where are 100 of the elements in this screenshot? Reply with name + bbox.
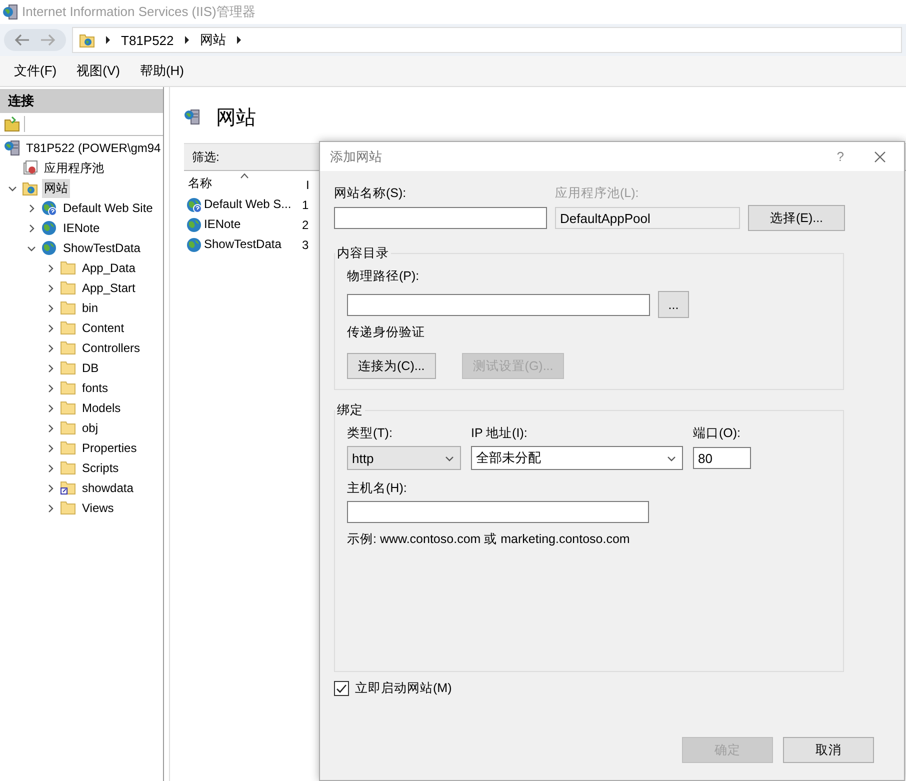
globe-icon <box>186 237 202 253</box>
dialog-title: 添加网站 <box>330 148 383 166</box>
port-field[interactable]: 80 <box>693 447 751 469</box>
field-label: 物理路径(P): <box>347 268 420 285</box>
tree-item[interactable]: App_Start <box>80 280 138 296</box>
menu-item[interactable]: 帮助(H) <box>132 60 192 82</box>
tree-item[interactable]: 应用程序池 <box>42 158 106 178</box>
breadcrumb[interactable]: T81P522 <box>121 32 174 48</box>
checkbox[interactable] <box>334 681 349 696</box>
dialog-button[interactable]: 取消 <box>783 737 874 763</box>
host-name-field[interactable] <box>347 501 649 523</box>
tree-item[interactable]: ShowTestData <box>61 240 142 256</box>
field-label: 主机名(H): <box>347 480 408 497</box>
sort-caret-icon <box>240 173 249 179</box>
filter-label: 筛选: <box>192 148 220 166</box>
column-header[interactable]: 名称 <box>184 175 302 195</box>
collapsed-caret-icon <box>46 504 54 512</box>
tree-item[interactable]: DB <box>80 360 101 376</box>
chevron-icon <box>236 36 242 44</box>
table-cell[interactable]: Default Web S... <box>204 197 292 213</box>
dialog-button[interactable]: 连接为(C)... <box>347 353 436 379</box>
server-icon <box>184 109 200 125</box>
tree-item[interactable]: obj <box>80 420 100 436</box>
collapsed-caret-icon <box>26 224 36 232</box>
tree-item[interactable]: bin <box>80 300 100 316</box>
collapsed-caret-icon <box>46 304 54 312</box>
folder-icon <box>60 281 76 295</box>
collapsed-caret-icon <box>46 344 54 352</box>
navigation-buttons[interactable] <box>4 29 66 51</box>
collapsed-caret-icon <box>46 464 54 472</box>
folder-shortcut-icon <box>60 481 76 495</box>
address-bar[interactable]: T81P522 网站 <box>72 27 902 53</box>
tree-item[interactable]: Content <box>80 320 126 336</box>
window-title: Internet Information Services (IIS)管理器 <box>22 3 256 21</box>
menu-item[interactable]: 视图(V) <box>68 60 128 82</box>
folder-icon <box>60 401 76 415</box>
tree-item[interactable]: Models <box>80 400 123 416</box>
folder-icon <box>60 381 76 395</box>
tree-item[interactable]: Views <box>80 500 116 516</box>
tree-item[interactable]: showdata <box>80 480 136 496</box>
folder-icon <box>60 301 76 315</box>
help-button[interactable]: ? <box>836 149 844 164</box>
collapsed-caret-icon <box>46 284 54 292</box>
chevron-icon <box>105 36 111 44</box>
collapsed-caret-icon <box>46 424 54 432</box>
folder-icon <box>60 341 76 355</box>
group-title: 绑定 <box>336 402 364 419</box>
tree-item[interactable]: Scripts <box>80 460 121 476</box>
panel-header: 连接 <box>0 89 163 113</box>
collapsed-caret-icon <box>46 444 54 452</box>
expanded-caret-icon <box>8 184 16 192</box>
select-button[interactable]: 选择(E)... <box>748 205 845 231</box>
folder-icon <box>60 501 76 515</box>
collapsed-caret-icon <box>46 384 54 392</box>
dropdown-caret-icon <box>445 454 454 462</box>
table-cell[interactable]: IENote <box>204 217 241 233</box>
globe-icon <box>41 240 57 256</box>
collapsed-caret-icon <box>46 484 54 492</box>
tree-item[interactable]: T81P522 (POWER\gm94 <box>24 140 163 156</box>
folder-icon <box>60 421 76 435</box>
tree-item[interactable]: Default Web Site <box>61 200 155 216</box>
field-label: 端口(O): <box>693 425 742 442</box>
tree-item[interactable]: Controllers <box>80 340 142 356</box>
collapsed-caret-icon <box>46 364 54 372</box>
back-arrow-icon[interactable] <box>14 33 30 47</box>
tree-item[interactable]: IENote <box>61 220 102 236</box>
menu-item[interactable]: 文件(F) <box>6 60 65 82</box>
application-pool-icon <box>22 160 38 176</box>
globe-icon <box>41 200 57 216</box>
breadcrumb[interactable]: 网站 <box>200 31 226 49</box>
server-icon <box>4 140 20 156</box>
collapsed-caret-icon <box>46 324 54 332</box>
type-dropdown[interactable]: http <box>347 446 461 470</box>
example-text: 示例: www.contoso.com 或 marketing.contoso.com <box>347 531 631 548</box>
globe-icon <box>186 197 202 213</box>
tree-item[interactable]: 网站 <box>42 178 70 198</box>
tree-item[interactable]: Properties <box>80 440 139 456</box>
sites-folder-icon <box>22 180 38 196</box>
folder-icon <box>60 321 76 335</box>
browse-button[interactable]: ... <box>658 291 689 318</box>
chevron-icon <box>184 36 190 44</box>
globe-icon <box>41 220 57 236</box>
dropdown-caret-icon <box>667 454 676 462</box>
physical-path-field[interactable] <box>347 294 650 316</box>
folder-icon[interactable] <box>4 116 20 132</box>
section-label: 传递身份验证 <box>347 324 426 341</box>
close-icon[interactable] <box>874 150 886 162</box>
sites-folder-icon <box>79 32 95 48</box>
tree-item[interactable]: App_Data <box>80 260 138 276</box>
table-cell: 2 <box>302 218 309 232</box>
ip-address-dropdown[interactable]: 全部未分配 <box>471 446 683 470</box>
folder-icon <box>60 261 76 275</box>
collapsed-caret-icon <box>46 404 54 412</box>
table-cell[interactable]: ShowTestData <box>204 237 282 253</box>
checkbox-label[interactable]: 立即启动网站(M) <box>355 680 452 697</box>
site-name-field[interactable] <box>334 207 547 229</box>
tree-item[interactable]: fonts <box>80 380 110 396</box>
table-cell: 3 <box>302 238 309 252</box>
page-title: 网站 <box>216 106 256 130</box>
group-title: 内容目录 <box>336 245 390 262</box>
